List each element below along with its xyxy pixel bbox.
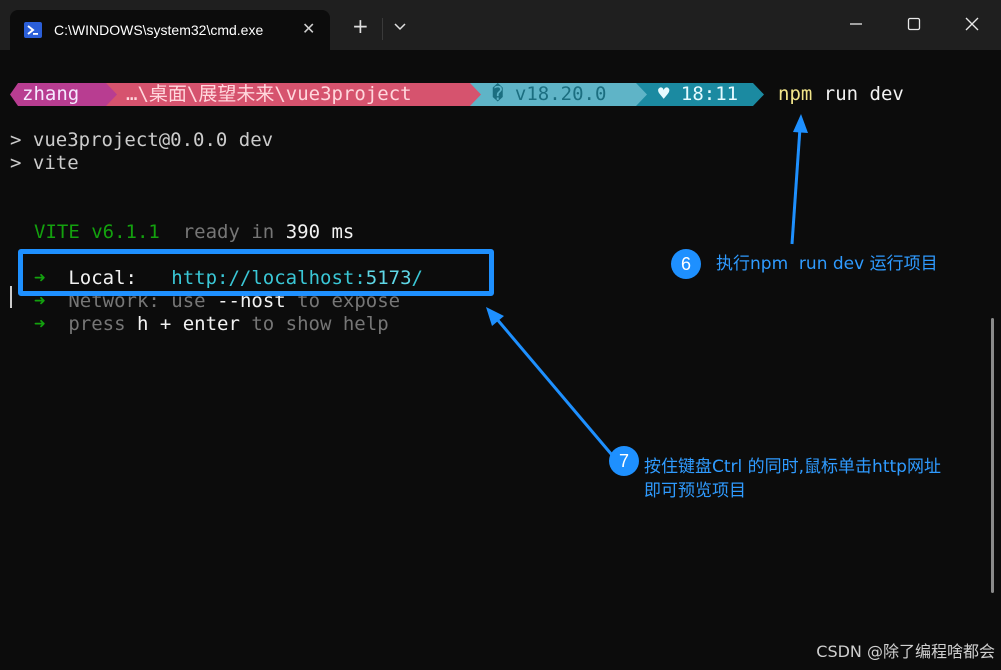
annotation-arrows [486,114,808,456]
step-7-note-line2: 即可预览项目 [644,481,746,501]
step-6-badge: 6 [671,249,701,279]
watermark: CSDN @除了编程啥都会 [816,642,995,661]
step-7-note-line1: 按住键盘Ctrl 的同时,鼠标单击http网址 [644,457,941,477]
arrow-7-line [494,317,614,456]
arrow-6-head [793,114,808,133]
step-7-note: 按住键盘Ctrl 的同时,鼠标单击http网址 即可预览项目 [644,455,941,503]
step-6-note: 执行npm run dev 运行项目 [716,254,938,274]
arrow-6-line [790,127,802,245]
step-7-badge: 7 [609,446,639,476]
